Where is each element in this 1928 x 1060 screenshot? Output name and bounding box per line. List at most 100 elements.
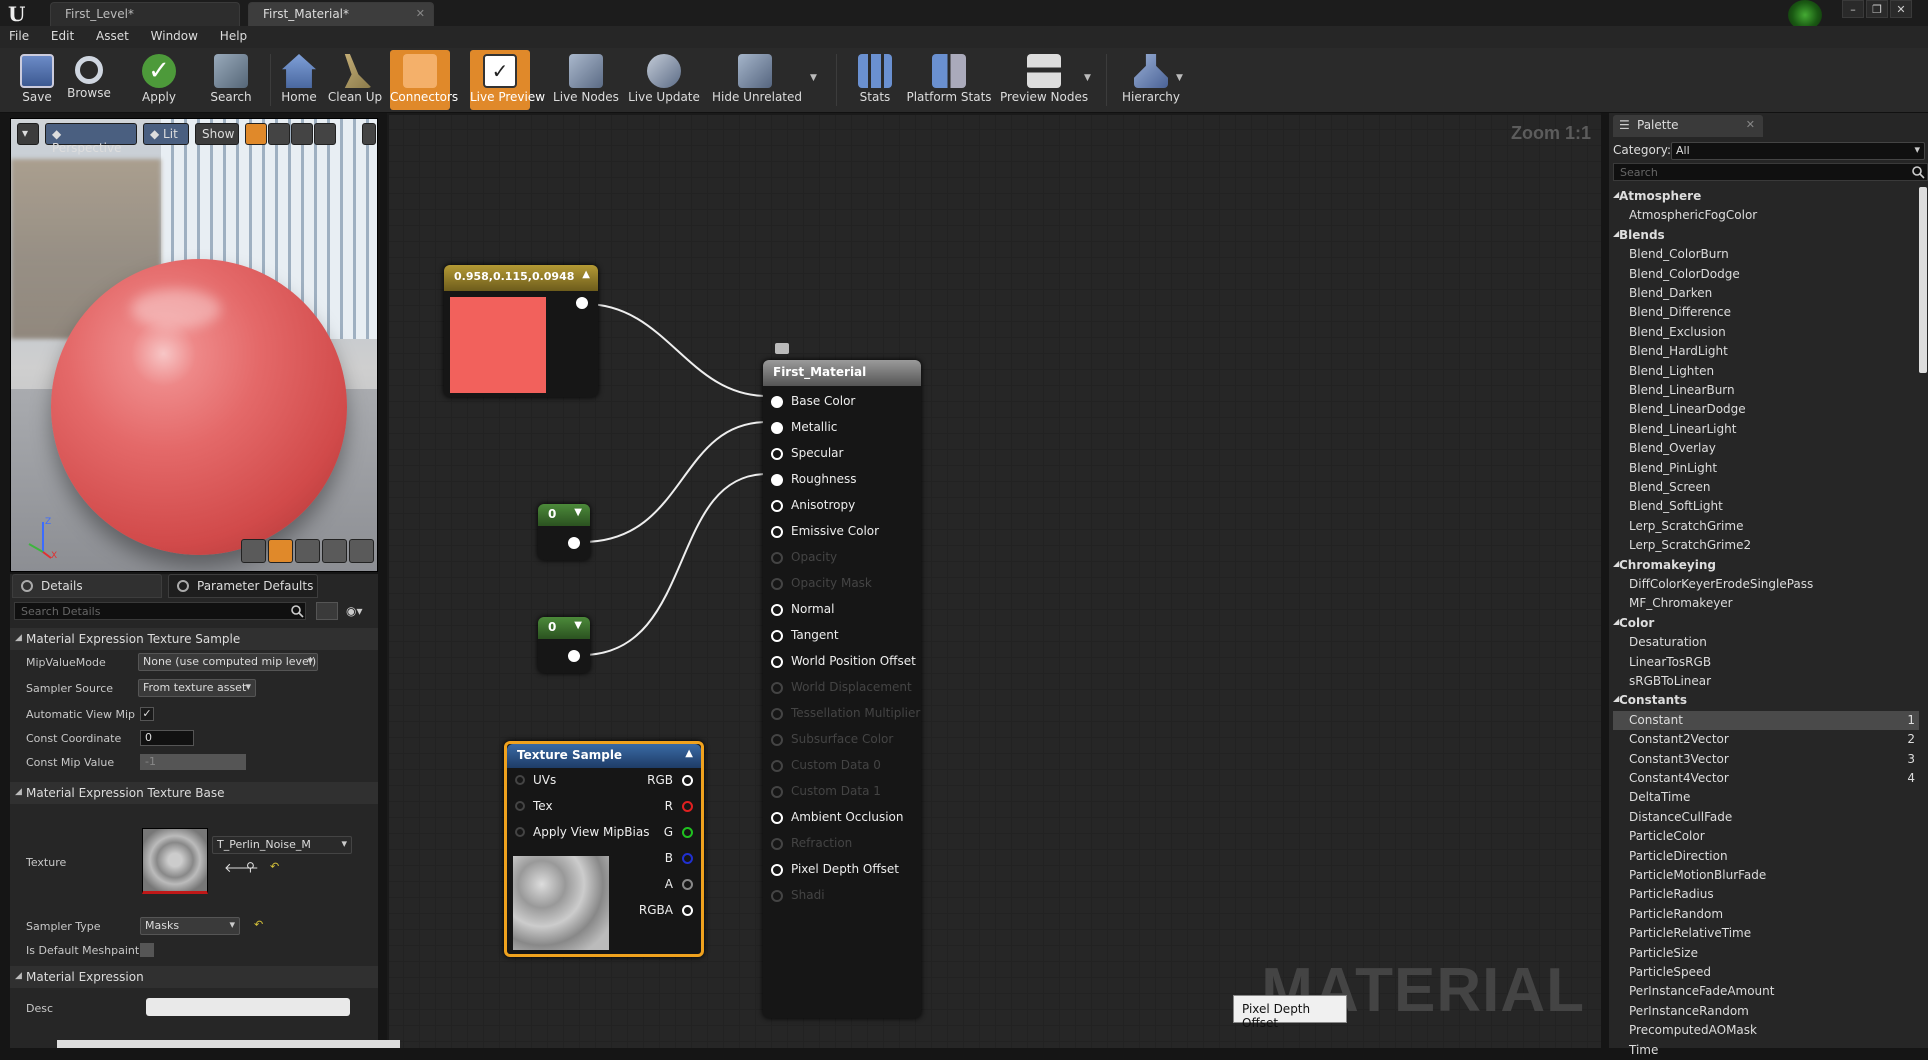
result-input-pin[interactable] <box>771 890 783 902</box>
texture-sample-node[interactable]: Texture Sample ▲ UVs Tex Apply View MipB… <box>504 741 704 957</box>
palette-item[interactable]: Constant 1 <box>1613 710 1919 730</box>
plane-preview-icon[interactable] <box>295 539 320 563</box>
lit-button[interactable]: ◆ Lit <box>143 123 189 145</box>
palette-item[interactable]: PerInstanceRandom <box>1613 1002 1919 1021</box>
hide-unrelated-dropdown-icon[interactable]: ▼ <box>810 73 817 83</box>
result-input-pin[interactable] <box>771 474 783 486</box>
viewport-menu-button[interactable]: ▾ <box>17 123 39 145</box>
palette-item[interactable]: ParticleSpeed <box>1613 963 1919 982</box>
constant-output-pin[interactable] <box>568 650 580 662</box>
palette-item[interactable]: Constant4Vector 4 <box>1613 769 1919 788</box>
palette-item[interactable]: Blend_LinearDodge <box>1613 400 1919 419</box>
const-mip-value-input[interactable]: -1 <box>140 754 246 770</box>
perspective-button[interactable]: ◆ Perspective <box>45 123 137 155</box>
section-material-expression[interactable]: ◢ Material Expression <box>10 966 378 988</box>
palette-category[interactable]: ◢ Color <box>1613 614 1919 633</box>
custom-mesh-preview-icon[interactable] <box>349 539 374 563</box>
material-result-node[interactable]: First_Material Base Color Metallic Specula… <box>763 360 921 1018</box>
palette-item[interactable]: Blend_ColorDodge <box>1613 265 1919 284</box>
live-update-button[interactable]: Live Update <box>628 50 700 110</box>
apply-view-mipbias-pin[interactable] <box>515 827 525 837</box>
cylinder-preview-icon[interactable] <box>241 539 266 563</box>
palette-item[interactable]: AtmosphericFogColor <box>1613 206 1919 225</box>
show-button[interactable]: Show <box>195 123 239 145</box>
collapse-node-icon[interactable]: ▼ <box>574 507 582 518</box>
search-button[interactable]: Search <box>204 50 258 110</box>
home-button[interactable]: Home <box>276 50 322 110</box>
palette-item[interactable]: Lerp_ScratchGrime2 <box>1613 536 1919 555</box>
menu-help[interactable]: Help <box>211 26 256 43</box>
preview-viewport[interactable]: ▾ ◆ Perspective ◆ Lit Show Z X <box>10 118 378 572</box>
sampler-type-combo[interactable]: Masks <box>140 917 240 935</box>
mip-value-mode-combo[interactable]: None (use computed mip level) <box>138 653 318 671</box>
result-input-pin[interactable] <box>771 526 783 538</box>
connectors-button[interactable]: Connectors <box>390 50 458 110</box>
texture-asset-combo[interactable]: T_Perlin_Noise_M <box>212 836 352 854</box>
palette-item[interactable]: Lerp_ScratchGrime <box>1613 517 1919 536</box>
collapse-node-icon[interactable]: ▼ <box>574 620 582 631</box>
menu-asset[interactable]: Asset <box>87 26 138 43</box>
save-button[interactable]: Save <box>14 50 60 110</box>
scale-icon[interactable] <box>291 123 313 145</box>
palette-item[interactable]: Blend_HardLight <box>1613 342 1919 361</box>
result-input-pin[interactable] <box>771 422 783 434</box>
palette-item[interactable]: DiffColorKeyerErodeSinglePass <box>1613 575 1919 594</box>
palette-item[interactable]: Blend_Darken <box>1613 284 1919 303</box>
palette-item[interactable]: ParticleDirection <box>1613 847 1919 866</box>
palette-category[interactable]: ◢ Blends <box>1613 226 1919 245</box>
b-output-pin[interactable] <box>682 853 693 864</box>
tex-input-pin[interactable] <box>515 801 525 811</box>
reset-to-default-icon[interactable]: ↶ <box>270 860 279 873</box>
sampler-source-combo[interactable]: From texture asset <box>138 679 256 697</box>
hierarchy-dropdown-icon[interactable]: ▼ <box>1176 73 1183 83</box>
viewport-options-icon[interactable] <box>362 123 376 145</box>
palette-item[interactable]: Time <box>1613 1041 1919 1060</box>
palette-item[interactable]: PrecomputedAOMask <box>1613 1021 1919 1040</box>
result-input-pin[interactable] <box>771 812 783 824</box>
palette-item[interactable]: Blend_LinearBurn <box>1613 381 1919 400</box>
palette-item[interactable]: Blend_LinearLight <box>1613 420 1919 439</box>
view-options-icon[interactable] <box>316 602 338 620</box>
texture-thumbnail[interactable] <box>142 828 208 894</box>
collapse-node-icon[interactable]: ▲ <box>685 748 693 759</box>
palette-item[interactable]: Blend_SoftLight <box>1613 497 1919 516</box>
palette-item[interactable]: DeltaTime <box>1613 788 1919 807</box>
rotate-icon[interactable] <box>268 123 290 145</box>
palette-item[interactable]: Blend_PinLight <box>1613 459 1919 478</box>
result-input-pin[interactable] <box>771 786 783 798</box>
palette-item[interactable]: MF_Chromakeyer <box>1613 594 1919 613</box>
section-texture-base[interactable]: ◢ Material Expression Texture Base <box>10 782 378 804</box>
reset-to-default-icon[interactable]: ↶ <box>254 918 263 931</box>
tab-details[interactable]: Details <box>12 574 162 598</box>
palette-category[interactable]: ◢ Chromakeying <box>1613 556 1919 575</box>
result-input-pin[interactable] <box>771 630 783 642</box>
palette-category[interactable]: ◢ Atmosphere <box>1613 187 1919 206</box>
palette-category[interactable]: ◢ Constants <box>1613 691 1919 710</box>
palette-search-input[interactable]: Search <box>1613 163 1928 181</box>
palette-item[interactable]: LinearTosRGB <box>1613 653 1919 672</box>
minimize-icon[interactable]: – <box>1842 0 1864 18</box>
palette-item[interactable]: DistanceCullFade <box>1613 808 1919 827</box>
category-combo[interactable]: All <box>1671 142 1925 160</box>
r-output-pin[interactable] <box>682 801 693 812</box>
palette-item[interactable]: ParticleRandom <box>1613 905 1919 924</box>
comment-bubble-icon[interactable] <box>775 343 789 354</box>
close-tab-icon[interactable]: ✕ <box>1746 118 1755 131</box>
g-output-pin[interactable] <box>682 827 693 838</box>
translate-icon[interactable] <box>245 123 267 145</box>
apply-button[interactable]: ✓ Apply <box>132 50 186 110</box>
tab-first-material[interactable]: First_Material* ✕ <box>248 2 434 26</box>
live-preview-button[interactable]: ✓ Live Preview <box>470 50 545 110</box>
palette-item[interactable]: Desaturation <box>1613 633 1919 652</box>
result-input-pin[interactable] <box>771 734 783 746</box>
palette-item[interactable]: Constant2Vector 2 <box>1613 730 1919 749</box>
color-output-pin[interactable] <box>576 297 588 309</box>
palette-item[interactable]: Blend_Overlay <box>1613 439 1919 458</box>
palette-item[interactable]: ParticleColor <box>1613 827 1919 846</box>
material-graph[interactable]: Zoom 1:1 MATERIAL 0.958,0.115,0.0948 ▲ 0… <box>387 113 1601 1048</box>
world-space-icon[interactable] <box>314 123 336 145</box>
result-input-pin[interactable] <box>771 864 783 876</box>
result-input-pin[interactable] <box>771 708 783 720</box>
horizontal-scrollbar[interactable] <box>57 1040 400 1048</box>
constant3vector-node[interactable]: 0.958,0.115,0.0948 ▲ <box>444 265 598 397</box>
